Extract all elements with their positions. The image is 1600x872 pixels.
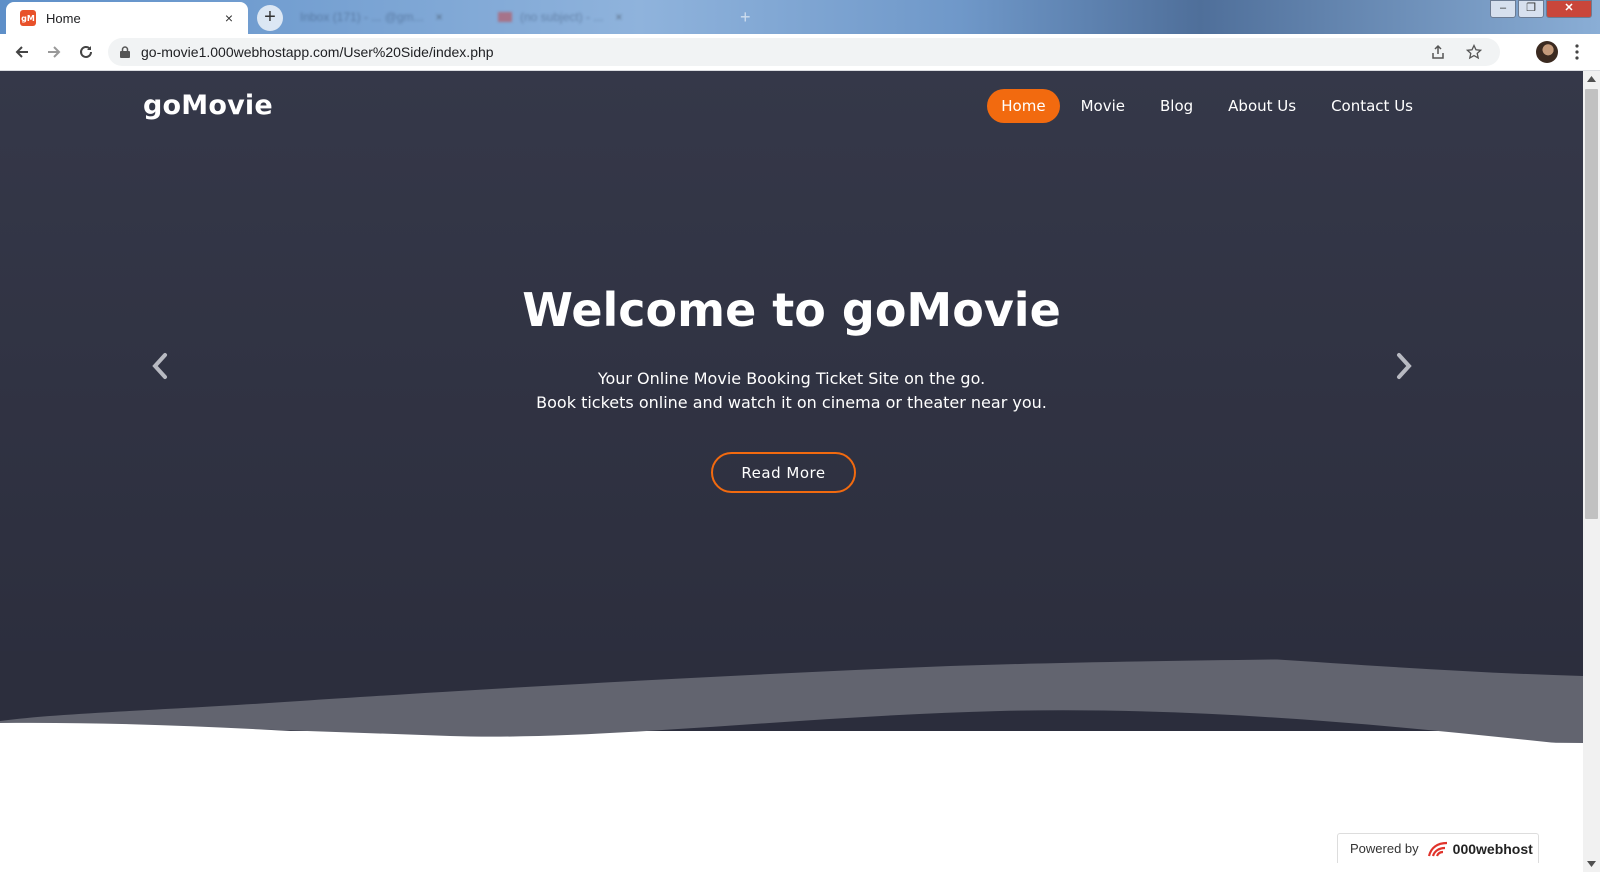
minimize-button[interactable]: – — [1490, 0, 1516, 18]
window-controls: – ❐ ✕ — [1488, 0, 1592, 18]
page-viewport: goMovie Home Movie Blog About Us Contact… — [0, 71, 1583, 872]
omnibox-actions — [1430, 44, 1482, 60]
close-window-button[interactable]: ✕ — [1546, 0, 1592, 18]
tab-close-icon[interactable]: × — [220, 10, 238, 26]
tab-close-icon[interactable]: × — [436, 10, 443, 24]
star-icon[interactable] — [1466, 44, 1482, 60]
powered-by-label: Powered by — [1350, 841, 1419, 856]
site-favicon-icon: gM — [20, 10, 36, 26]
tab-title: (no subject) - ... — [520, 10, 604, 24]
tab-title: Home — [46, 10, 81, 26]
hero-wave-divider — [0, 651, 1583, 751]
tab-home[interactable]: gM Home × — [6, 2, 248, 34]
nav-movie[interactable]: Movie — [1067, 89, 1139, 123]
nav-about-us[interactable]: About Us — [1214, 89, 1310, 123]
nav-contact-us[interactable]: Contact Us — [1317, 89, 1427, 123]
tab-title: Inbox (171) - ... @gm... — [300, 10, 424, 24]
reload-button[interactable] — [70, 36, 102, 68]
hero-title: Welcome to goMovie — [522, 283, 1061, 337]
url-text: go-movie1.000webhostapp.com/User%20Side/… — [141, 44, 494, 60]
forward-button[interactable] — [38, 36, 70, 68]
site-logo[interactable]: goMovie — [143, 90, 273, 121]
scroll-up-arrow-icon[interactable] — [1587, 75, 1596, 83]
back-button[interactable] — [6, 36, 38, 68]
hero-subtitle: Your Online Movie Booking Ticket Site on… — [0, 367, 1583, 415]
maximize-button[interactable]: ❐ — [1518, 0, 1544, 18]
scrollbar-thumb[interactable] — [1585, 89, 1598, 519]
webhost-name: 000webhost — [1452, 840, 1533, 857]
mail-favicon-icon — [498, 12, 512, 22]
hero-section: goMovie Home Movie Blog About Us Contact… — [0, 71, 1583, 731]
read-more-button[interactable]: Read More — [711, 452, 856, 493]
nav-home[interactable]: Home — [987, 89, 1060, 123]
tab-inbox[interactable]: Inbox (171) - ... @gm... × — [300, 6, 443, 28]
new-tab-ghost-button[interactable]: + — [740, 6, 751, 28]
hero-subtitle-line-2: Book tickets online and watch it on cine… — [536, 393, 1047, 412]
reload-icon — [80, 45, 92, 58]
page-scrollbar[interactable] — [1583, 71, 1600, 872]
scroll-down-arrow-icon[interactable] — [1587, 860, 1596, 868]
tab-mail-compose[interactable]: (no subject) - ... × — [498, 6, 622, 28]
powered-by-badge[interactable]: Powered by 000webhost — [1337, 833, 1539, 863]
webhost-logo-icon — [1427, 841, 1447, 856]
kebab-menu-icon[interactable] — [1574, 44, 1580, 60]
address-bar[interactable]: go-movie1.000webhostapp.com/User%20Side/… — [108, 38, 1500, 66]
share-icon[interactable] — [1430, 44, 1446, 60]
new-tab-button[interactable]: + — [257, 5, 283, 31]
hero-subtitle-line-1: Your Online Movie Booking Ticket Site on… — [597, 369, 986, 388]
forward-arrow-icon — [48, 46, 61, 58]
browser-tab-bar: gM Home × + Inbox (171) - ... @gm... × (… — [0, 0, 1600, 34]
main-nav: Home Movie Blog About Us Contact Us — [980, 89, 1427, 123]
profile-avatar[interactable] — [1536, 41, 1558, 63]
back-arrow-icon — [15, 46, 28, 58]
tab-close-icon[interactable]: × — [615, 10, 622, 24]
browser-toolbar: go-movie1.000webhostapp.com/User%20Side/… — [0, 34, 1600, 71]
nav-blog[interactable]: Blog — [1146, 89, 1207, 123]
lock-icon — [120, 46, 130, 58]
